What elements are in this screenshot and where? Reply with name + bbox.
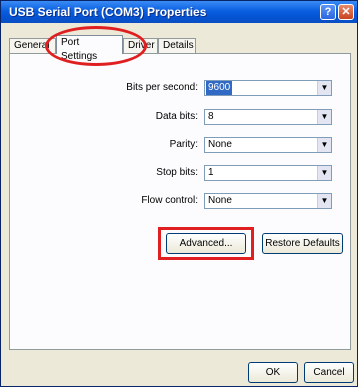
data-bits-label: Data bits: <box>155 111 198 122</box>
chevron-down-icon[interactable]: ▼ <box>317 166 331 180</box>
highlight-rectangle-annotation <box>158 227 254 260</box>
help-button[interactable]: ? <box>320 4 336 20</box>
bits-per-second-value: 9600 <box>206 81 233 95</box>
stop-bits-value: 1 <box>208 167 214 178</box>
parity-label: Parity: <box>169 139 198 150</box>
data-bits-value: 8 <box>208 111 214 122</box>
stop-bits-select[interactable]: 1 ▼ <box>204 165 332 181</box>
highlight-ellipse-annotation <box>45 26 147 66</box>
flow-control-select[interactable]: None ▼ <box>204 193 332 209</box>
window-title: USB Serial Port (COM3) Properties <box>9 5 207 19</box>
data-bits-select[interactable]: 8 ▼ <box>204 109 332 125</box>
parity-value: None <box>208 139 232 150</box>
restore-defaults-button[interactable]: Restore Defaults <box>262 233 343 254</box>
parity-select[interactable]: None ▼ <box>204 137 332 153</box>
bits-per-second-label: Bits per second: <box>126 82 198 93</box>
bits-per-second-select[interactable]: 9600 ▼ <box>204 80 332 96</box>
flow-control-value: None <box>208 195 232 206</box>
title-bar[interactable]: USB Serial Port (COM3) Properties ? ✕ <box>1 1 357 23</box>
properties-dialog: USB Serial Port (COM3) Properties ? ✕ Ge… <box>0 0 358 387</box>
chevron-down-icon[interactable]: ▼ <box>317 194 331 208</box>
chevron-down-icon[interactable]: ▼ <box>317 81 331 95</box>
chevron-down-icon[interactable]: ▼ <box>317 138 331 152</box>
ok-button[interactable]: OK <box>248 362 298 383</box>
cancel-button[interactable]: Cancel <box>304 362 354 383</box>
stop-bits-label: Stop bits: <box>156 167 198 178</box>
flow-control-label: Flow control: <box>141 195 198 206</box>
tab-details[interactable]: Details <box>158 38 196 54</box>
close-button[interactable]: ✕ <box>338 4 354 20</box>
chevron-down-icon[interactable]: ▼ <box>317 110 331 124</box>
